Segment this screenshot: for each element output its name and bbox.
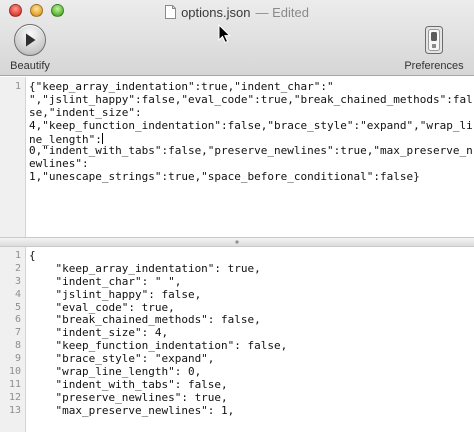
switch-icon: [425, 26, 443, 54]
output-line-numbers: 1 2 3 4 5 6 7 8 9 10 11 12 13: [0, 247, 26, 432]
code-line: 4,"keep_function_indentation":false,"bra…: [29, 118, 473, 132]
code-line: se,"indent_size":: [29, 105, 142, 119]
line-number: 10: [8, 366, 21, 378]
line-number: [0, 133, 25, 146]
window-title: options.json — Edited: [0, 3, 474, 21]
beautify-label: Beautify: [10, 60, 50, 72]
code-line: ","jslint_happy":false,"eval_code":true,…: [29, 92, 473, 106]
line-number: 5: [14, 301, 21, 313]
output-editor[interactable]: 1 2 3 4 5 6 7 8 9 10 11 12 13 { "keep_ar…: [0, 246, 474, 432]
grip-dot-icon: [235, 240, 239, 244]
line-number: 12: [8, 391, 21, 403]
preferences-button[interactable]: [421, 24, 447, 56]
line-number: 11: [8, 378, 21, 390]
preferences-tool[interactable]: Preferences: [398, 24, 470, 72]
beautify-tool[interactable]: Beautify: [4, 24, 56, 72]
code-line: "indent_with_tabs": false,: [29, 377, 228, 391]
line-number: 8: [14, 340, 21, 352]
line-number: [0, 94, 25, 107]
line-number: [0, 120, 25, 133]
code-line: "max_preserve_newlines": 1,: [29, 403, 235, 417]
line-number: 1: [14, 250, 21, 261]
code-line: "wrap_line_length": 0,: [29, 365, 202, 379]
line-number: [0, 158, 25, 171]
line-number: 9: [14, 353, 21, 365]
code-line: 1,"unescape_strings":true,"space_before_…: [29, 170, 420, 184]
line-number: [0, 107, 25, 120]
line-number: 3: [14, 275, 21, 287]
input-editor[interactable]: 1 {"keep_array_indentation":true,"indent…: [0, 77, 474, 238]
mouse-pointer-icon: [218, 24, 232, 44]
app-window: options.json — Edited Beautify Preferenc…: [0, 0, 474, 432]
code-line: "indent_char": " ",: [29, 274, 182, 288]
document-name: options.json: [181, 4, 251, 20]
line-number: [0, 197, 25, 210]
edited-status: — Edited: [255, 4, 309, 20]
pane-splitter[interactable]: [0, 238, 474, 246]
line-number: 13: [8, 404, 21, 416]
code-line: "preserve_newlines": true,: [29, 390, 228, 404]
preferences-label: Preferences: [404, 60, 464, 72]
line-number: [0, 171, 25, 184]
text-caret: [101, 132, 103, 144]
line-number: 1: [14, 81, 21, 92]
line-number: 7: [14, 327, 21, 339]
input-code[interactable]: {"keep_array_indentation":true,"indent_c…: [29, 77, 474, 210]
code-line: 0,"indent_with_tabs":false,"preserve_new…: [29, 144, 473, 158]
code-line: "keep_array_indentation": true,: [29, 261, 261, 275]
output-code[interactable]: { "keep_array_indentation": true, "inden…: [29, 247, 474, 418]
line-number: 4: [14, 288, 21, 300]
line-number: [0, 145, 25, 158]
document-icon: [165, 5, 177, 19]
code-line: "jslint_happy": false,: [29, 287, 202, 301]
line-number: 6: [14, 314, 21, 326]
beautify-button[interactable]: [14, 24, 46, 56]
play-icon: [26, 33, 36, 47]
code-line: {: [29, 249, 36, 262]
input-line-numbers: 1: [0, 77, 26, 237]
title-bar: options.json — Edited Beautify Preferenc…: [0, 0, 474, 76]
line-number: [0, 184, 25, 197]
line-number: 2: [14, 262, 21, 274]
code-line: {"keep_array_indentation":true,"indent_c…: [29, 80, 334, 93]
